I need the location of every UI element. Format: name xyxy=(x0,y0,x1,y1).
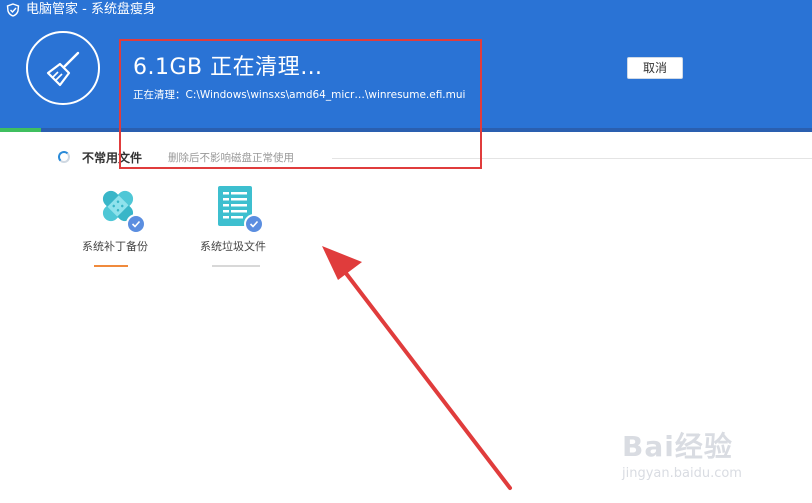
loading-spinner-icon xyxy=(58,151,70,163)
annotation-highlight-box xyxy=(119,39,482,169)
item-system-junk-files[interactable]: 系统垃圾文件 xyxy=(188,182,288,282)
cancel-button[interactable]: 取消 xyxy=(627,57,683,79)
watermark-url: jingyan.baidu.com xyxy=(622,466,742,481)
checked-icon xyxy=(126,214,146,234)
watermark-logo: Bai经验 xyxy=(622,430,733,463)
shield-icon xyxy=(6,3,20,17)
progress-bar-fill xyxy=(0,128,41,132)
item-selected-underline xyxy=(94,265,128,267)
broom-logo xyxy=(26,31,100,105)
window-title: 电脑管家 - 系统盘瘦身 xyxy=(26,2,156,17)
broom-icon xyxy=(46,51,80,87)
item-underline xyxy=(212,265,260,267)
baidu-jingyan-watermark: Bai经验 jingyan.baidu.com xyxy=(608,430,798,490)
title-bar: 电脑管家 - 系统盘瘦身 xyxy=(0,0,812,20)
item-system-patch-backup[interactable]: 系统补丁备份 xyxy=(68,182,168,282)
checked-icon xyxy=(244,214,264,234)
item-label: 系统垃圾文件 xyxy=(200,240,266,253)
item-label: 系统补丁备份 xyxy=(82,240,148,253)
